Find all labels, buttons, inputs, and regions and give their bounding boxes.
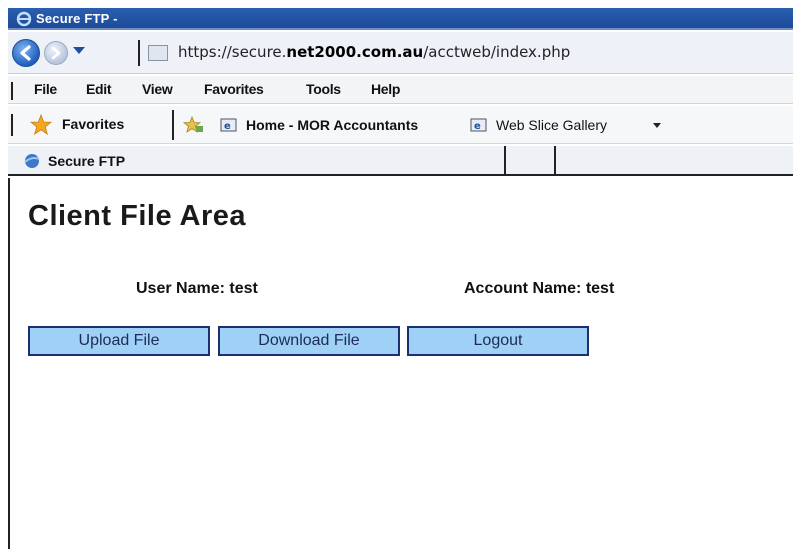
ie-page-icon: e	[470, 118, 487, 132]
page-icon	[148, 45, 168, 61]
url-prefix: https://secure.	[178, 43, 287, 61]
window-title: Secure FTP -	[36, 11, 118, 26]
arrow-right-icon	[51, 46, 61, 60]
menu-tools[interactable]: Tools	[306, 81, 341, 97]
favorites-separator	[172, 110, 174, 140]
chevron-down-icon	[653, 123, 661, 128]
logout-button[interactable]: Logout	[407, 326, 589, 356]
account-name-info: Account Name: test	[464, 280, 614, 298]
download-file-button[interactable]: Download File	[218, 326, 400, 356]
address-bar-url[interactable]: https://secure.net2000.com.au/acctweb/in…	[178, 43, 570, 61]
back-button[interactable]	[12, 39, 40, 67]
menu-grip	[11, 82, 13, 100]
url-path: /acctweb/index.php	[423, 43, 571, 61]
favorites-link-label: Home - MOR Accountants	[246, 117, 419, 133]
recent-pages-dropdown-icon[interactable]	[72, 46, 86, 56]
favorites-bar: Favorites e Home - MOR Accountants e Web…	[8, 106, 793, 144]
address-row: https://secure.net2000.com.au/acctweb/in…	[8, 32, 793, 74]
svg-text:e: e	[474, 121, 481, 132]
tab-row: Secure FTP	[8, 146, 793, 176]
favorites-bar-grip	[11, 114, 13, 136]
favorites-label: Favorites	[62, 116, 125, 132]
menu-view[interactable]: View	[142, 81, 173, 97]
user-name-value: test	[229, 280, 258, 297]
user-name-label: User Name:	[136, 280, 225, 297]
page-content: Client File Area User Name: test Account…	[8, 178, 793, 549]
menu-favorites[interactable]: Favorites	[204, 81, 264, 97]
star-icon	[30, 114, 52, 135]
upload-file-button[interactable]: Upload File	[28, 326, 210, 356]
internet-explorer-icon	[16, 11, 32, 27]
tab-label: Secure FTP	[48, 153, 126, 169]
menu-edit[interactable]: Edit	[86, 81, 112, 97]
menu-help[interactable]: Help	[371, 81, 400, 97]
favorites-button[interactable]: Favorites	[26, 112, 162, 136]
tab-divider	[554, 146, 556, 176]
svg-text:e: e	[224, 121, 231, 132]
url-domain: net2000.com.au	[286, 43, 424, 61]
ie-tab-icon	[24, 154, 40, 168]
page-title: Client File Area	[28, 200, 247, 232]
menu-file[interactable]: File	[34, 81, 57, 97]
new-tab-button[interactable]	[506, 146, 554, 176]
tab-secure-ftp[interactable]: Secure FTP	[8, 146, 504, 176]
favorites-link-label: Web Slice Gallery	[496, 117, 608, 133]
menu-bar: File Edit View Favorites Tools Help	[8, 76, 793, 104]
account-name-value: test	[585, 280, 615, 297]
add-to-favorites-bar-icon[interactable]	[182, 116, 204, 134]
user-name-info: User Name: test	[136, 280, 258, 298]
address-separator	[138, 40, 140, 66]
window-title-bar: Secure FTP -	[8, 8, 793, 30]
arrow-left-icon	[20, 45, 31, 61]
forward-button[interactable]	[44, 41, 68, 65]
account-name-label: Account Name:	[464, 280, 582, 297]
ie-page-icon: e	[220, 118, 237, 132]
